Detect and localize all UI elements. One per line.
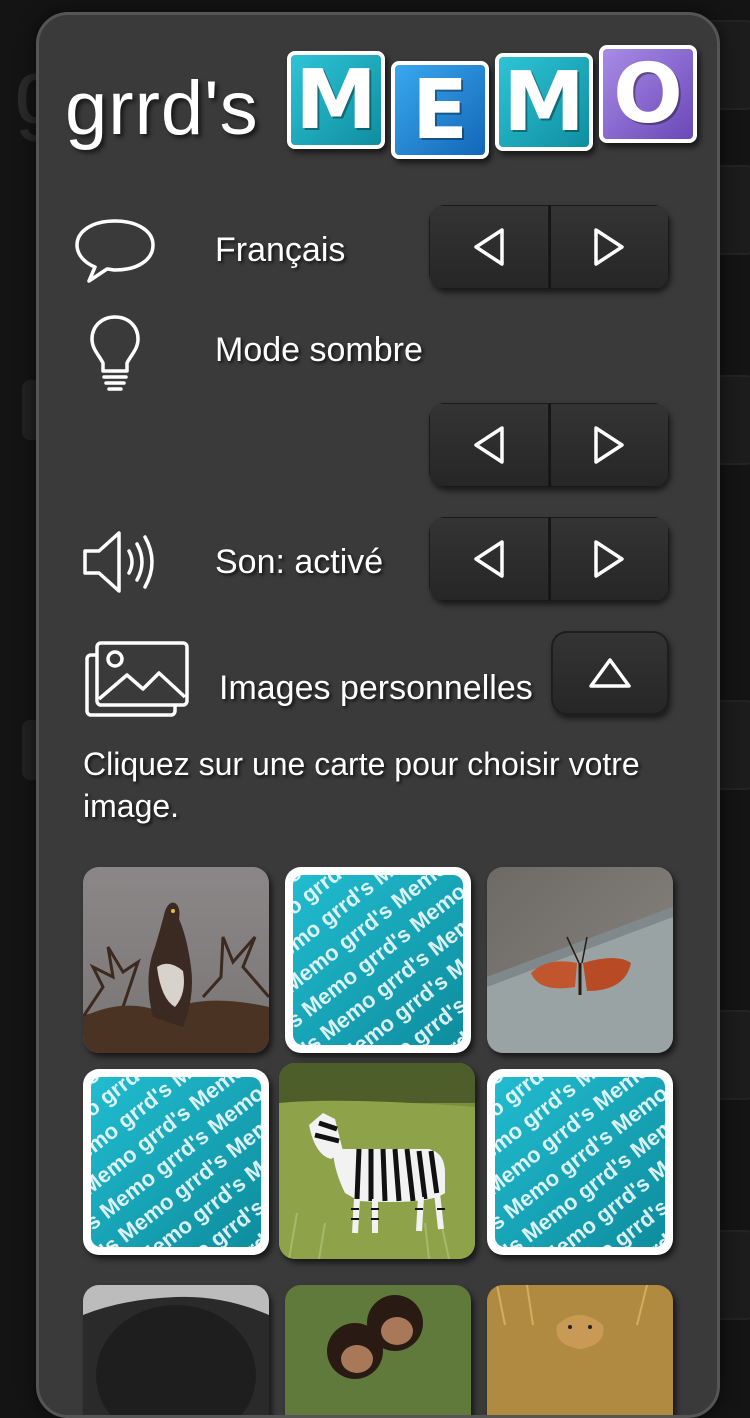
language-label: Français xyxy=(215,231,346,269)
card-zebra[interactable] xyxy=(279,1063,475,1259)
language-prev-button[interactable] xyxy=(429,205,549,289)
card-back[interactable]: grrd's Memo grrd's Memo grrd'sgrrd's Mem… xyxy=(285,867,471,1053)
sound-stepper xyxy=(429,517,669,601)
sound-setting: Son: activé xyxy=(39,517,717,607)
dark-mode-setting: Mode sombre xyxy=(39,307,717,497)
language-setting: Français xyxy=(39,205,717,295)
logo-tile-e: E xyxy=(391,61,489,159)
card-chimpanzees[interactable] xyxy=(285,1285,471,1415)
language-stepper xyxy=(429,205,669,289)
triangle-left-icon xyxy=(474,540,504,578)
card-back[interactable]: grrd's Memo grrd's Memo grrd'sgrrd's Mem… xyxy=(83,1069,269,1255)
dark-mode-stepper xyxy=(429,403,669,487)
triangle-up-icon xyxy=(589,658,631,688)
sound-next-button[interactable] xyxy=(548,517,669,601)
dark-mode-next-button[interactable] xyxy=(548,403,669,487)
logo-tile-m: M xyxy=(495,53,593,151)
dark-mode-label: Mode sombre xyxy=(215,331,423,369)
sound-label: Son: activé xyxy=(215,543,384,581)
dark-mode-prev-button[interactable] xyxy=(429,403,549,487)
triangle-right-icon xyxy=(594,228,624,266)
logo-tile-o: O xyxy=(599,45,697,143)
custom-images-collapse-button[interactable] xyxy=(551,631,669,715)
card-back-pattern: grrd's Memo grrd's Memo grrd'sgrrd's Mem… xyxy=(293,875,463,1045)
speech-bubble-icon xyxy=(73,215,157,290)
triangle-left-icon xyxy=(474,426,504,464)
speaker-icon xyxy=(81,527,157,602)
card-back-pattern: grrd's Memo grrd's Memo grrd'sgrrd's Mem… xyxy=(495,1077,665,1247)
custom-images-label: Images personnelles xyxy=(219,669,533,707)
card-lioness[interactable] xyxy=(487,1285,673,1415)
custom-images-setting: Images personnelles xyxy=(39,631,717,731)
lightbulb-icon xyxy=(87,313,143,398)
card-back-pattern: grrd's Memo grrd's Memo grrd'sgrrd's Mem… xyxy=(91,1077,261,1247)
triangle-right-icon xyxy=(594,540,624,578)
logo-prefix: grrd's xyxy=(65,66,259,151)
triangle-left-icon xyxy=(474,228,504,266)
triangle-right-icon xyxy=(594,426,624,464)
card-gorilla[interactable] xyxy=(83,1285,269,1415)
sound-prev-button[interactable] xyxy=(429,517,549,601)
card-butterfly[interactable] xyxy=(487,867,673,1053)
app-logo: grrd's M E M O xyxy=(65,43,705,163)
logo-tile-m: M xyxy=(287,51,385,149)
card-back[interactable]: grrd's Memo grrd's Memo grrd'sgrrd's Mem… xyxy=(487,1069,673,1255)
card-eagle[interactable] xyxy=(83,867,269,1053)
settings-dialog: grrd's M E M O Français Mode sombre Son:… xyxy=(36,12,720,1418)
images-icon xyxy=(83,639,191,724)
language-next-button[interactable] xyxy=(548,205,669,289)
custom-images-hint: Cliquez sur une carte pour choisir votre… xyxy=(83,746,640,824)
